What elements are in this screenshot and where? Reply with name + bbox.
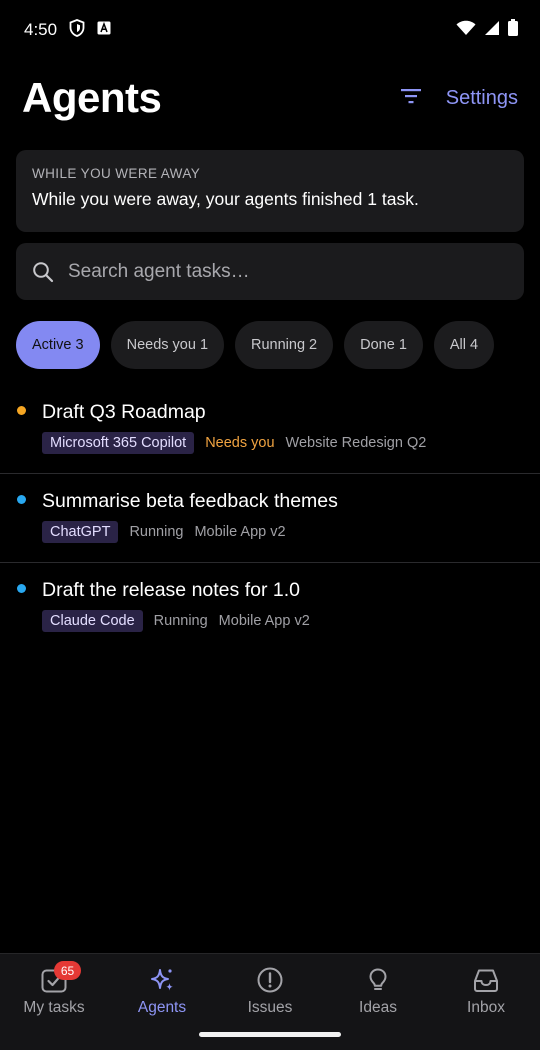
- nav-label: Issues: [247, 999, 293, 1016]
- shield-icon: [69, 18, 85, 42]
- task-title: Draft Q3 Roadmap: [42, 401, 206, 423]
- chip-active[interactable]: Active 3: [16, 321, 100, 369]
- away-message: While you were away, your agents finishe…: [32, 189, 419, 209]
- task-row[interactable]: Draft Q3 Roadmap Microsoft 365 Copilot N…: [0, 385, 540, 474]
- filter-button[interactable]: [398, 85, 424, 111]
- alert-circle-icon: [256, 966, 284, 994]
- status-right: [456, 19, 518, 41]
- away-banner: WHILE YOU WERE AWAY While you were away,…: [16, 150, 524, 232]
- task-project: Mobile App v2: [218, 613, 310, 629]
- agent-tag: Microsoft 365 Copilot: [42, 432, 195, 454]
- search-bar[interactable]: [16, 243, 524, 300]
- task-row[interactable]: Draft the release notes for 1.0 Claude C…: [0, 563, 540, 652]
- search-input[interactable]: [68, 260, 524, 283]
- status-dot: [17, 495, 26, 504]
- status-bar: 4:50: [0, 0, 540, 60]
- task-list: Draft Q3 Roadmap Microsoft 365 Copilot N…: [0, 385, 540, 652]
- task-status: Running: [129, 524, 184, 540]
- chip-all[interactable]: All 4: [433, 321, 495, 369]
- nav-label: Inbox: [467, 999, 505, 1016]
- battery-icon: [508, 19, 518, 41]
- task-project: Mobile App v2: [194, 524, 286, 540]
- wifi-icon: [456, 20, 476, 41]
- filter-chips: Active 3 Needs you 1 Running 2 Done 1 Al…: [16, 321, 495, 369]
- nav-inbox[interactable]: Inbox: [432, 954, 540, 1050]
- status-time: 4:50: [24, 20, 58, 39]
- task-title: Summarise beta feedback themes: [42, 490, 338, 512]
- cell-signal-icon: [484, 20, 500, 41]
- nav-label: Agents: [137, 999, 187, 1016]
- task-title: Draft the release notes for 1.0: [42, 579, 300, 601]
- lightbulb-icon: [364, 966, 392, 994]
- status-dot: [17, 406, 26, 415]
- task-meta: ChatGPT Running Mobile App v2: [42, 521, 286, 543]
- sparkle-icon: [148, 966, 176, 994]
- task-status: Needs you: [205, 435, 275, 451]
- away-caption: WHILE YOU WERE AWAY: [32, 166, 201, 181]
- inbox-icon: [472, 966, 500, 994]
- agent-tag: ChatGPT: [42, 521, 119, 543]
- status-dot: [17, 584, 26, 593]
- nav-label: My tasks: [23, 999, 85, 1016]
- settings-link[interactable]: Settings: [446, 87, 518, 110]
- task-status: Running: [153, 613, 208, 629]
- home-indicator[interactable]: [199, 1032, 341, 1037]
- filter-icon: [400, 88, 422, 109]
- chip-running[interactable]: Running 2: [235, 321, 334, 369]
- agents-screen: 4:50 Agents Settings WHILE YOU WERE AWAY…: [0, 0, 540, 1050]
- task-meta: Claude Code Running Mobile App v2: [42, 610, 310, 632]
- task-row[interactable]: Summarise beta feedback themes ChatGPT R…: [0, 474, 540, 563]
- bottom-nav: 65 My tasks Agents Issues Ideas Inbox: [0, 953, 540, 1050]
- keyboard-a-icon: [97, 21, 111, 40]
- header: Agents Settings: [22, 70, 518, 126]
- agent-tag: Claude Code: [42, 610, 143, 632]
- search-icon: [32, 261, 54, 283]
- chip-done[interactable]: Done 1: [344, 321, 423, 369]
- notification-badge: 65: [54, 961, 81, 980]
- header-actions: Settings: [398, 85, 518, 111]
- nav-label: Ideas: [359, 999, 397, 1016]
- page-title: Agents: [22, 74, 162, 121]
- task-meta: Microsoft 365 Copilot Needs you Website …: [42, 432, 426, 454]
- status-left: 4:50: [24, 18, 111, 42]
- chip-needs-you[interactable]: Needs you 1: [110, 321, 225, 369]
- nav-my-tasks[interactable]: 65 My tasks: [0, 954, 108, 1050]
- task-project: Website Redesign Q2: [285, 435, 427, 451]
